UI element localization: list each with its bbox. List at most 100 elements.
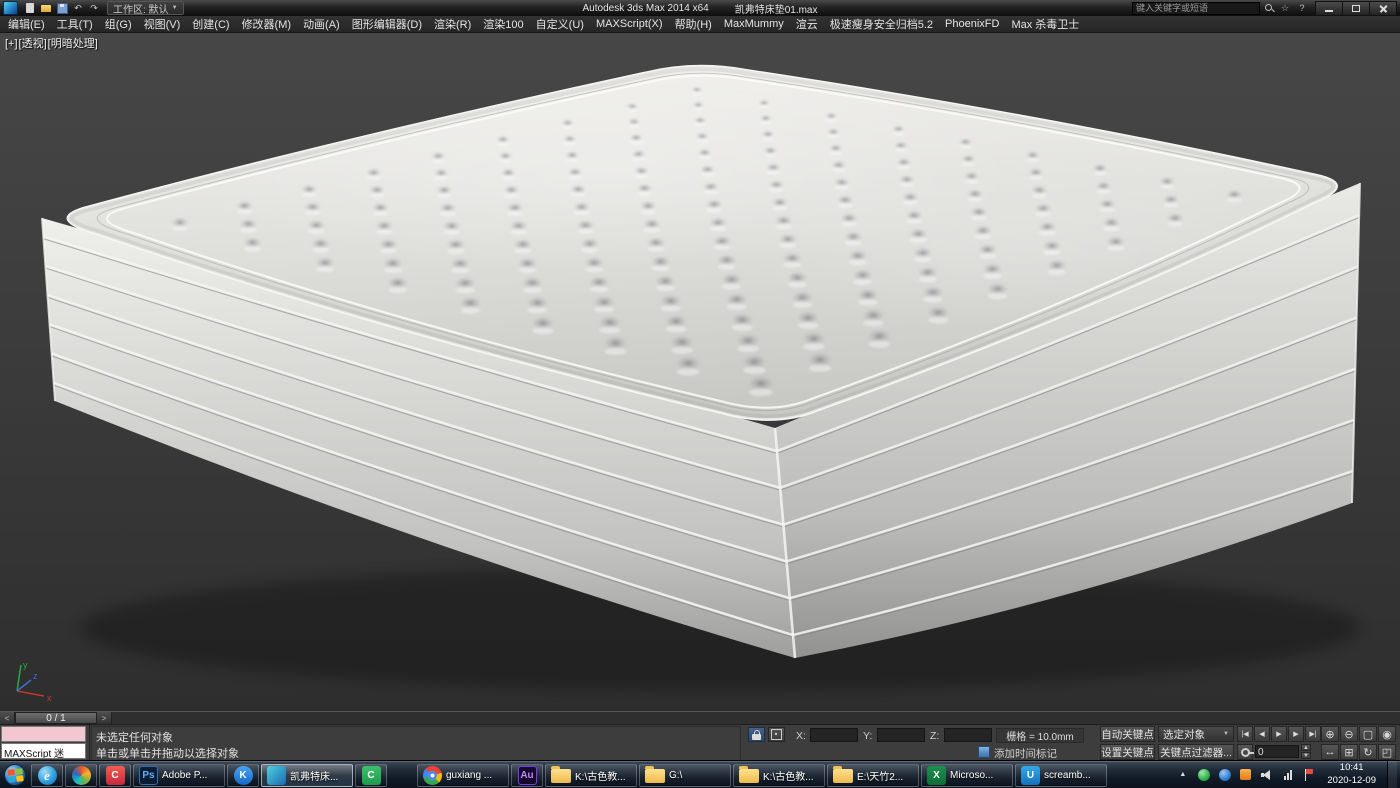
antivirus-tray-icon[interactable] xyxy=(1196,767,1211,782)
absolute-offset-toggle[interactable] xyxy=(768,727,785,742)
menu-item-slim-archive[interactable]: 极速瘦身安全归档5.2 xyxy=(824,16,939,33)
taskbar-folder2-button[interactable]: G:\ xyxy=(639,764,731,787)
time-slider-track[interactable] xyxy=(112,712,1400,724)
maximize-icon xyxy=(1352,5,1360,12)
search-input[interactable] xyxy=(1132,2,1260,15)
taskbar-browser-button[interactable] xyxy=(65,764,97,787)
menu-item-render-cloud[interactable]: 渲云 xyxy=(790,16,824,33)
undo-button[interactable]: ↶ xyxy=(70,2,86,15)
save-file-button[interactable] xyxy=(54,2,70,15)
zoom-all-button[interactable]: ⊖ xyxy=(1340,726,1358,742)
show-desktop-button[interactable] xyxy=(1387,761,1397,788)
menu-item-help[interactable]: 帮助(H) xyxy=(669,16,718,33)
volume-tray-button[interactable] xyxy=(1259,767,1274,782)
selection-set-dropdown[interactable]: 选定对象 ▼ xyxy=(1158,726,1234,742)
spinner-up-icon[interactable]: ▲ xyxy=(1301,744,1311,751)
open-file-button[interactable] xyxy=(38,2,54,15)
maximize-button[interactable] xyxy=(1343,1,1370,16)
taskbar-ie-button[interactable]: e xyxy=(31,764,63,787)
workspace-selector[interactable]: 工作区: 默认 ▼ xyxy=(107,1,184,15)
next-frame-button[interactable]: ▶ xyxy=(1288,726,1304,742)
taskbar-chrome-button[interactable]: guxiang ... xyxy=(417,764,509,787)
menu-item-group[interactable]: 组(G) xyxy=(99,16,138,33)
taskbar-scream-button[interactable]: Uscreamb... xyxy=(1015,764,1107,787)
taskbar-photoshop-button[interactable]: PsAdobe P... xyxy=(133,764,225,787)
hidden-icons-button[interactable]: ▲ xyxy=(1175,767,1190,782)
go-to-end-button[interactable]: ▶| xyxy=(1305,726,1321,742)
auto-key-button[interactable]: 自动关键点 xyxy=(1100,726,1155,742)
taskbar-folder1-button[interactable]: K:\古色教... xyxy=(545,764,637,787)
menu-item-phoenixfd[interactable]: PhoenixFD xyxy=(939,17,1005,31)
next-frame-arrow[interactable]: > xyxy=(97,712,112,724)
search-icon[interactable] xyxy=(1263,2,1275,14)
orbit-button[interactable]: ↻ xyxy=(1359,744,1377,760)
viewport-canvas[interactable]: [+][透视][明暗处理] x y z xyxy=(0,33,1400,711)
maximize-viewport-button[interactable]: ◰ xyxy=(1378,744,1396,760)
current-frame-input[interactable] xyxy=(1256,747,1298,758)
play-button[interactable]: ▶ xyxy=(1271,726,1287,742)
add-time-tag-label[interactable]: 添加时间标记 xyxy=(994,746,1057,761)
menu-item-animation[interactable]: 动画(A) xyxy=(297,16,346,33)
selection-lock-toggle[interactable] xyxy=(748,727,765,742)
pan-button[interactable]: ⊞ xyxy=(1340,744,1358,760)
taskbar-excel-button[interactable]: XMicroso... xyxy=(921,764,1013,787)
action-center-button[interactable] xyxy=(1301,767,1316,782)
field-of-view-button[interactable]: ↔ xyxy=(1321,744,1339,760)
taskbar-k-button[interactable]: K xyxy=(227,764,259,787)
start-button[interactable] xyxy=(0,761,30,788)
menu-item-edit[interactable]: 编辑(E) xyxy=(2,16,51,33)
time-slider-handle[interactable]: 0 / 1 xyxy=(15,712,97,724)
axis-z-label: z xyxy=(33,671,38,681)
zoom-button[interactable]: ⊕ xyxy=(1321,726,1339,742)
favorites-star-icon[interactable]: ☆ xyxy=(1278,2,1292,14)
viewport-general-menu[interactable]: [+] xyxy=(5,38,18,50)
time-tag-icon[interactable] xyxy=(978,746,990,758)
previous-frame-arrow[interactable]: < xyxy=(0,712,15,724)
zoom-region-button[interactable]: ◉ xyxy=(1378,726,1396,742)
volume-icon xyxy=(1261,769,1273,781)
cloud-tray-icon[interactable] xyxy=(1217,767,1232,782)
taskbar-c-green-button[interactable]: C xyxy=(355,764,387,787)
x-coordinate-input[interactable] xyxy=(811,730,857,742)
menu-item-views[interactable]: 视图(V) xyxy=(138,16,187,33)
macro-recorder-field[interactable] xyxy=(1,726,86,742)
taskbar-3dsmax-button[interactable]: 凯弗特床... xyxy=(261,764,353,787)
go-to-start-button[interactable]: |◀ xyxy=(1237,726,1253,742)
previous-frame-button[interactable]: ◀ xyxy=(1254,726,1270,742)
3dsmax-app-logo-icon[interactable] xyxy=(3,1,18,15)
windows-logo-icon xyxy=(3,762,27,786)
menu-item-maxscript[interactable]: MAXScript(X) xyxy=(590,17,669,31)
viewport-shading-menu[interactable]: [明暗处理] xyxy=(48,38,98,50)
menu-item-create[interactable]: 创建(C) xyxy=(186,16,235,33)
download-tray-icon[interactable] xyxy=(1238,767,1253,782)
chevron-down-icon: ▼ xyxy=(172,5,178,11)
menu-item-modifiers[interactable]: 修改器(M) xyxy=(236,16,298,33)
key-mode-toggle-button[interactable] xyxy=(1237,744,1253,760)
taskbar-audition-button[interactable]: Au xyxy=(511,764,543,787)
help-icon[interactable]: ? xyxy=(1295,2,1309,14)
redo-button[interactable]: ↷ xyxy=(86,2,102,15)
z-coordinate-input[interactable] xyxy=(945,730,991,742)
set-key-button[interactable]: 设置关键点 xyxy=(1100,744,1155,760)
zoom-extents-button[interactable]: ▢ xyxy=(1359,726,1377,742)
viewport-pov-menu[interactable]: [透视] xyxy=(19,38,47,50)
network-tray-button[interactable] xyxy=(1280,767,1295,782)
menu-item-graph-editors[interactable]: 图形编辑器(D) xyxy=(346,16,428,33)
menu-item-customize[interactable]: 自定义(U) xyxy=(530,16,590,33)
minimize-button[interactable] xyxy=(1315,1,1343,16)
menu-item-render100[interactable]: 渲染100 xyxy=(477,16,529,33)
new-scene-button[interactable] xyxy=(22,2,38,15)
y-coordinate-input[interactable] xyxy=(878,730,924,742)
menu-item-antivirus[interactable]: Max 杀毒卫士 xyxy=(1005,16,1085,33)
spinner-down-icon[interactable]: ▼ xyxy=(1301,752,1311,759)
maxscript-listener-field[interactable]: MAXScript 迷 xyxy=(1,743,86,759)
menu-item-rendering[interactable]: 渲染(R) xyxy=(428,16,477,33)
taskbar-c-red-button[interactable]: C xyxy=(99,764,131,787)
menu-item-tools[interactable]: 工具(T) xyxy=(51,16,99,33)
taskbar-folder4-button[interactable]: E:\天竹2... xyxy=(827,764,919,787)
menu-item-maxmummy[interactable]: MaxMummy xyxy=(718,17,790,31)
taskbar-folder3-button[interactable]: K:\古色教... xyxy=(733,764,825,787)
key-filters-button[interactable]: 关键点过滤器... xyxy=(1158,744,1234,760)
taskbar-clock[interactable]: 10:41 2020-12-09 xyxy=(1322,762,1381,787)
close-button[interactable] xyxy=(1370,1,1397,16)
